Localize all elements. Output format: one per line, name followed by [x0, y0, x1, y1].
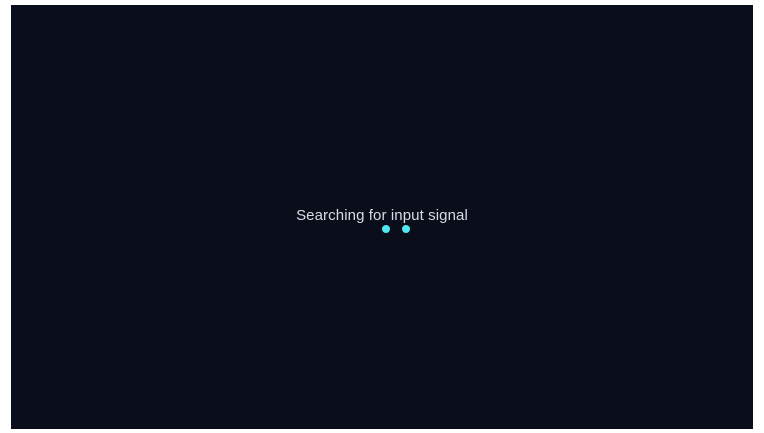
- loading-dot-icon: [402, 225, 410, 233]
- loading-dot-icon: [382, 225, 390, 233]
- status-message: Searching for input signal: [296, 207, 468, 224]
- loading-indicator: [382, 225, 422, 237]
- tv-screen: Searching for input signal: [11, 5, 753, 429]
